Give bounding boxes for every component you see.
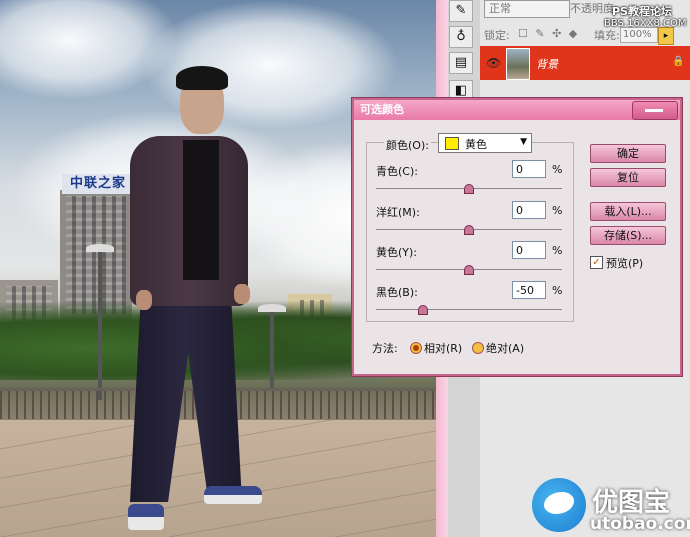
color-select-value: 黄色 xyxy=(465,138,487,151)
logo-url: utobao.com xyxy=(590,514,690,534)
absolute-label: 绝对(A) xyxy=(486,342,525,355)
preview-label: 预览(P) xyxy=(606,257,644,270)
selective-color-dialog: 可选颜色 颜色(O): 黄色 ▼ 青色(C): 0 % 洋红(M): 0 % 黄… xyxy=(352,98,682,376)
building-sign: 中联之家 xyxy=(62,174,134,194)
preview-checkbox[interactable]: ✓ xyxy=(590,256,603,269)
yellow-slider-thumb[interactable] xyxy=(464,265,474,275)
lock-label: 锁定: xyxy=(484,29,510,42)
black-label: 黑色(B): xyxy=(376,286,418,299)
magenta-label: 洋红(M): xyxy=(376,206,420,219)
yellow-label: 黄色(Y): xyxy=(376,246,418,259)
bird-logo-icon xyxy=(532,478,586,532)
fill-label: 填充: xyxy=(594,29,620,42)
watermark-url: BBS.16XX8.COM xyxy=(604,18,687,29)
color-label: 颜色(O): xyxy=(384,137,431,153)
black-unit: % xyxy=(552,284,563,297)
reset-button[interactable]: 复位 xyxy=(590,168,666,187)
cyan-unit: % xyxy=(552,163,563,176)
color-select[interactable]: 黄色 ▼ xyxy=(438,133,532,153)
history-brush-icon[interactable]: ▤ xyxy=(449,52,473,74)
yellow-unit: % xyxy=(552,244,563,257)
stamp-tool-icon[interactable]: ♁ xyxy=(449,26,473,48)
yellow-input[interactable]: 0 xyxy=(512,241,546,259)
cyan-input[interactable]: 0 xyxy=(512,160,546,178)
opacity-label: 不透明度 xyxy=(570,2,614,15)
magenta-slider-thumb[interactable] xyxy=(464,225,474,235)
absolute-radio[interactable] xyxy=(472,342,484,354)
ok-button[interactable]: 确定 xyxy=(590,144,666,163)
layer-thumbnail xyxy=(506,48,530,80)
load-button[interactable]: 载入(L)... xyxy=(590,202,666,221)
save-button[interactable]: 存储(S)... xyxy=(590,226,666,245)
cyan-slider-thumb[interactable] xyxy=(464,184,474,194)
chevron-down-icon: ▼ xyxy=(520,137,527,147)
relative-label: 相对(R) xyxy=(424,342,463,355)
brush-tool-icon[interactable]: ✎ xyxy=(449,0,473,22)
eye-icon[interactable]: 👁 xyxy=(486,56,501,70)
black-track[interactable] xyxy=(376,309,562,310)
blend-mode-select[interactable]: 正常 xyxy=(484,0,570,18)
close-button[interactable] xyxy=(632,101,678,120)
fill-input[interactable]: 100% xyxy=(620,27,658,43)
black-input[interactable]: -50 xyxy=(512,281,546,299)
street-lamp xyxy=(86,244,114,400)
fill-arrow-icon[interactable]: ▸ xyxy=(658,27,674,45)
cyan-label: 青色(C): xyxy=(376,165,418,178)
layer-name: 背景 xyxy=(536,58,558,71)
street-lamp xyxy=(258,304,286,390)
magenta-input[interactable]: 0 xyxy=(512,201,546,219)
watermark-title: PS教程论坛 xyxy=(612,5,672,18)
black-slider-thumb[interactable] xyxy=(417,305,428,315)
magenta-unit: % xyxy=(552,204,563,217)
lock-icons[interactable]: ☐ ✎ ✣ ◆ xyxy=(518,27,579,40)
relative-radio[interactable] xyxy=(410,342,422,354)
lock-icon: 🔒 xyxy=(672,56,685,67)
color-swatch xyxy=(445,137,459,150)
method-label: 方法: xyxy=(372,342,398,355)
